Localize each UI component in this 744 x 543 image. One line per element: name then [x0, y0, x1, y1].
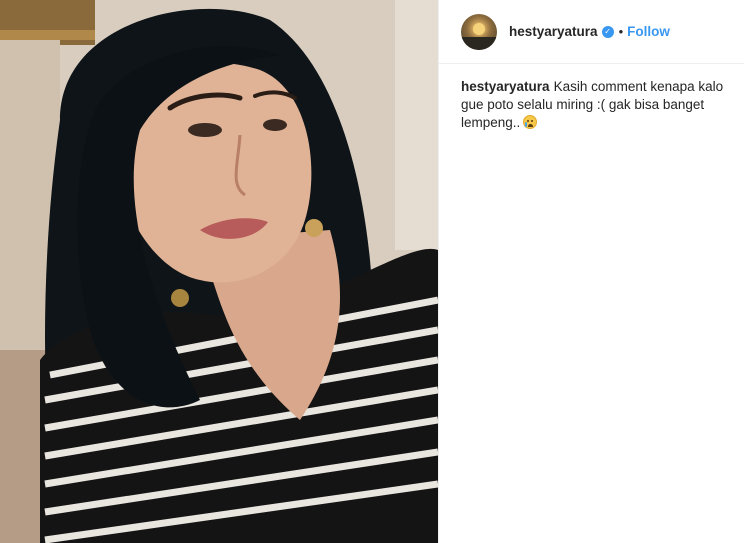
separator-dot: •: [618, 24, 624, 39]
follow-button[interactable]: Follow: [627, 24, 670, 39]
post-username[interactable]: hestyaryatura: [509, 24, 598, 39]
verified-badge-icon: ✓: [601, 25, 614, 38]
post-header: hestyaryatura ✓ • Follow: [439, 0, 744, 64]
post-caption: hestyaryatura Kasih comment kenapa kalo g…: [439, 64, 744, 132]
crying-face-emoji-icon: [523, 115, 538, 129]
avatar-sun-graphic: [473, 22, 485, 35]
post-sidebar: hestyaryatura ✓ • Follow hestyaryatura Ka…: [438, 0, 744, 543]
avatar-ground-graphic: [461, 36, 497, 50]
user-avatar[interactable]: [461, 13, 497, 50]
selfie-illustration: [0, 0, 438, 543]
post-photo[interactable]: [0, 0, 438, 543]
instagram-post: hestyaryatura ✓ • Follow hestyaryatura Ka…: [0, 0, 744, 543]
caption-username[interactable]: hestyaryatura: [461, 79, 550, 94]
